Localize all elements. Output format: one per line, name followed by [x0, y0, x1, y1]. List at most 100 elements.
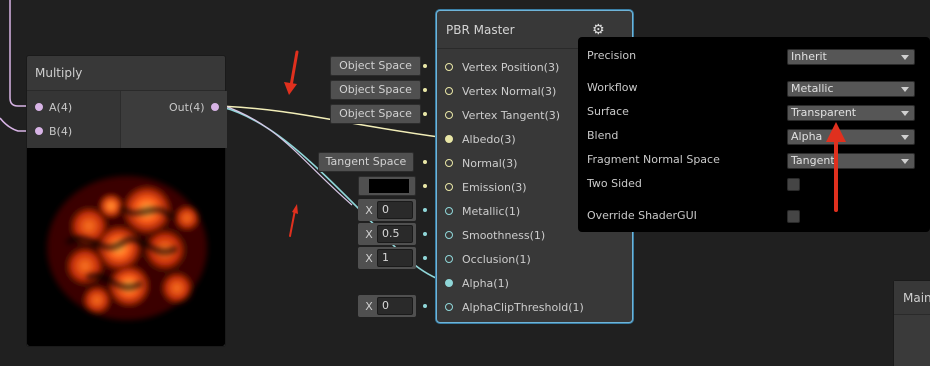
smoothness-value[interactable]: 0.5: [377, 225, 413, 243]
fragment-normal-space-dropdown[interactable]: Tangent: [787, 153, 915, 169]
metallic-value[interactable]: 0: [377, 201, 413, 219]
slot-label: Vertex Tangent(3): [462, 108, 561, 122]
multiply-title: Multiply: [27, 56, 225, 91]
slot-label: Alpha(1): [462, 276, 509, 290]
emission-color-swatch[interactable]: [369, 179, 409, 193]
slot-port[interactable]: [445, 303, 453, 311]
vertex-tangent-space[interactable]: Object Space: [330, 104, 421, 124]
slot-port[interactable]: [445, 63, 453, 71]
metallic-axis: X: [365, 203, 373, 217]
alphaclip-connector: [423, 304, 427, 308]
workflow-value: Metallic: [791, 82, 834, 95]
vertex-normal-space[interactable]: Object Space: [330, 80, 421, 100]
output-out-label: Out(4): [169, 100, 205, 114]
surface-label: Surface: [587, 105, 629, 118]
slot-vertex-position[interactable]: Vertex Position(3): [445, 57, 559, 77]
override-shadergui-checkbox[interactable]: [787, 210, 800, 223]
slot-label: Normal(3): [462, 156, 518, 170]
emission-connector: [423, 184, 427, 188]
multiply-outputs: Out(4): [120, 91, 227, 148]
two-sided-label: Two Sided: [587, 177, 642, 190]
occlusion-value[interactable]: 1: [377, 249, 413, 267]
slot-port[interactable]: [445, 231, 453, 239]
noise-texture-preview: [27, 148, 225, 346]
smoothness-input[interactable]: X 0.5: [361, 224, 413, 244]
chevron-down-icon: [901, 135, 909, 140]
chevron-down-icon: [901, 159, 909, 164]
alphaclip-input[interactable]: X 0: [361, 296, 413, 316]
slot-port[interactable]: [445, 255, 453, 263]
precision-label: Precision: [587, 49, 637, 62]
slot-port[interactable]: [445, 279, 453, 287]
occlusion-connector: [423, 256, 427, 260]
fragment-normal-space-value: Tangent: [791, 154, 835, 167]
slot-label: Occlusion(1): [462, 252, 531, 266]
slot-label: AlphaClipThreshold(1): [462, 300, 584, 314]
workflow-dropdown[interactable]: Metallic: [787, 81, 915, 97]
slot-albedo[interactable]: Albedo(3): [445, 129, 516, 149]
workflow-label: Workflow: [587, 81, 638, 94]
slot-alpha[interactable]: Alpha(1): [445, 273, 509, 293]
slot-port[interactable]: [445, 183, 453, 191]
input-a-label: A(4): [49, 100, 73, 114]
smoothness-connector: [423, 232, 427, 236]
emission-color-field[interactable]: [358, 176, 416, 196]
chevron-down-icon: [901, 111, 909, 116]
input-b-label: B(4): [49, 124, 73, 138]
slot-label: Albedo(3): [462, 132, 516, 146]
slot-port[interactable]: [445, 159, 453, 167]
slot-vertex-normal[interactable]: Vertex Normal(3): [445, 81, 556, 101]
slot-alphaclip[interactable]: AlphaClipThreshold(1): [445, 297, 584, 317]
slot-smoothness[interactable]: Smoothness(1): [445, 225, 545, 245]
slot-port[interactable]: [445, 87, 453, 95]
input-b[interactable]: B(4): [35, 123, 72, 139]
annotation-arrow-2: [289, 204, 298, 237]
slot-label: Vertex Normal(3): [462, 84, 557, 98]
blend-value: Alpha: [791, 130, 823, 143]
main-node-title: Main: [894, 281, 930, 315]
vertex-normal-connector: [423, 88, 427, 92]
slot-normal[interactable]: Normal(3): [445, 153, 517, 173]
pbr-settings-panel: Precision Inherit Workflow Metallic Surf…: [578, 37, 930, 232]
slot-emission[interactable]: Emission(3): [445, 177, 527, 197]
slot-metallic[interactable]: Metallic(1): [445, 201, 520, 221]
normal-connector: [423, 160, 427, 164]
chevron-down-icon: [901, 87, 909, 92]
slot-label: Emission(3): [462, 180, 527, 194]
occlusion-input[interactable]: X 1: [361, 248, 413, 268]
metallic-connector: [423, 208, 427, 212]
multiply-inputs: A(4) B(4): [27, 91, 120, 148]
annotation-arrow-1: [284, 50, 299, 95]
normal-space[interactable]: Tangent Space: [318, 152, 414, 172]
slot-port[interactable]: [445, 135, 453, 143]
blend-dropdown[interactable]: Alpha: [787, 129, 915, 145]
noise-texture-image: [27, 148, 225, 346]
vertex-position-connector: [423, 64, 427, 68]
two-sided-checkbox[interactable]: [787, 178, 800, 191]
precision-value: Inherit: [791, 50, 827, 63]
output-out-port[interactable]: [210, 103, 219, 111]
output-out[interactable]: Out(4): [169, 99, 219, 115]
surface-dropdown[interactable]: Transparent: [787, 105, 915, 121]
input-a[interactable]: A(4): [35, 99, 72, 115]
slot-occlusion[interactable]: Occlusion(1): [445, 249, 531, 269]
input-b-port[interactable]: [35, 127, 43, 135]
slot-vertex-tangent[interactable]: Vertex Tangent(3): [445, 105, 560, 125]
slot-label: Vertex Position(3): [462, 60, 560, 74]
metallic-input[interactable]: X 0: [361, 200, 413, 220]
precision-dropdown[interactable]: Inherit: [787, 49, 915, 65]
fragment-normal-space-label: Fragment Normal Space: [587, 153, 720, 166]
input-a-port[interactable]: [35, 103, 43, 111]
slot-port[interactable]: [445, 207, 453, 215]
override-shadergui-label: Override ShaderGUI: [587, 209, 697, 222]
multiply-node[interactable]: Multiply A(4) B(4) Out(4): [26, 55, 227, 347]
vertex-position-space[interactable]: Object Space: [330, 56, 421, 76]
slot-port[interactable]: [445, 111, 453, 119]
smoothness-axis: X: [365, 227, 373, 241]
alphaclip-value[interactable]: 0: [377, 297, 413, 315]
gear-icon[interactable]: ⚙: [592, 23, 606, 37]
main-node[interactable]: Main: [893, 280, 930, 366]
slot-label: Smoothness(1): [462, 228, 546, 242]
surface-value: Transparent: [791, 106, 857, 119]
vertex-tangent-connector: [423, 112, 427, 116]
